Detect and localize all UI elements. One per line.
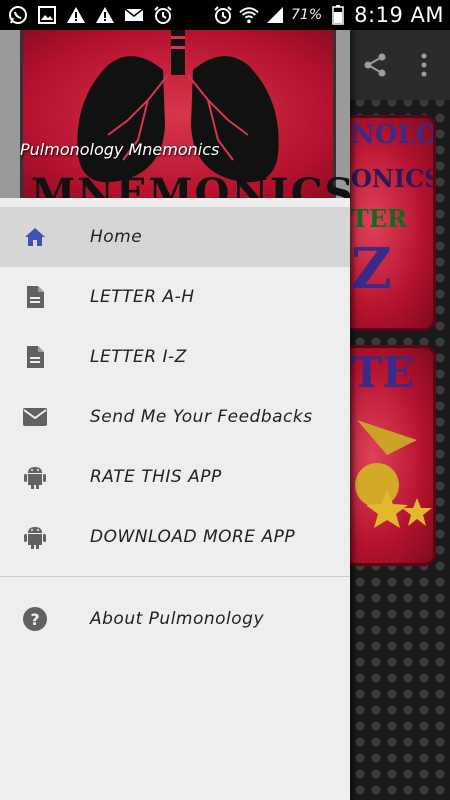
- menu-item-label: Send Me Your Feedbacks: [90, 407, 313, 427]
- share-icon[interactable]: [362, 52, 388, 82]
- gallery-icon: [37, 5, 57, 25]
- menu-item-label: RATE THIS APP: [90, 467, 222, 487]
- battery-percent: 71%: [291, 7, 323, 23]
- whatsapp-icon: [8, 5, 28, 25]
- menu-item-home[interactable]: Home: [0, 207, 350, 267]
- menu-item-download-more[interactable]: DOWNLOAD MORE APP: [0, 507, 350, 567]
- menu-item-label: About Pulmonology: [90, 609, 265, 629]
- tile-text: Z: [351, 236, 392, 302]
- menu-item-rate-app[interactable]: RATE THIS APP: [0, 447, 350, 507]
- menu-item-label: DOWNLOAD MORE APP: [90, 527, 296, 547]
- battery-icon: [328, 5, 348, 25]
- document-icon: [22, 344, 48, 370]
- tile-text: NOLOGY: [351, 120, 433, 150]
- tile-text: TE: [351, 348, 415, 397]
- warning-icon: [95, 5, 115, 25]
- more-options-icon[interactable]: [420, 52, 428, 82]
- header-image: MNEMONICS: [20, 30, 350, 198]
- menu-divider: [0, 576, 350, 577]
- signal-icon: [265, 5, 285, 25]
- document-icon: [22, 284, 48, 310]
- rating-stars-graphic: [355, 420, 432, 528]
- android-icon: [22, 524, 48, 550]
- tile-text: ONICS: [351, 164, 436, 193]
- help-icon: ?: [22, 606, 48, 632]
- drawer-header: MNEMONICS Pulmonology Mnemonics: [0, 30, 350, 198]
- status-bar: 71% 8:19 AM: [0, 0, 450, 30]
- menu-item-send-feedback[interactable]: Send Me Your Feedbacks: [0, 387, 350, 447]
- header-art-text: MNEMONICS: [31, 170, 350, 198]
- wifi-icon: [239, 5, 259, 25]
- alarm-icon: [213, 5, 233, 25]
- android-icon: [22, 464, 48, 490]
- mail-icon: [22, 404, 48, 430]
- navigation-drawer: MNEMONICS Pulmonology Mnemonics Home LET…: [0, 30, 350, 800]
- warning-icon: [66, 5, 86, 25]
- clock: 8:19 AM: [354, 3, 444, 27]
- alarm-icon: [153, 5, 173, 25]
- menu-item-letter-i-z[interactable]: LETTER I-Z: [0, 327, 350, 387]
- menu-item-label: LETTER I-Z: [90, 347, 187, 367]
- svg-text:?: ?: [30, 610, 39, 629]
- menu-item-label: LETTER A-H: [90, 287, 195, 307]
- menu-item-label: Home: [90, 227, 143, 247]
- menu-item-about[interactable]: ? About Pulmonology: [0, 589, 350, 649]
- menu-item-letter-a-h[interactable]: LETTER A-H: [0, 267, 350, 327]
- tile-text: TER: [351, 204, 408, 233]
- home-icon: [22, 224, 48, 250]
- email-icon: [124, 5, 144, 25]
- drawer-title: Pulmonology Mnemonics: [20, 140, 220, 159]
